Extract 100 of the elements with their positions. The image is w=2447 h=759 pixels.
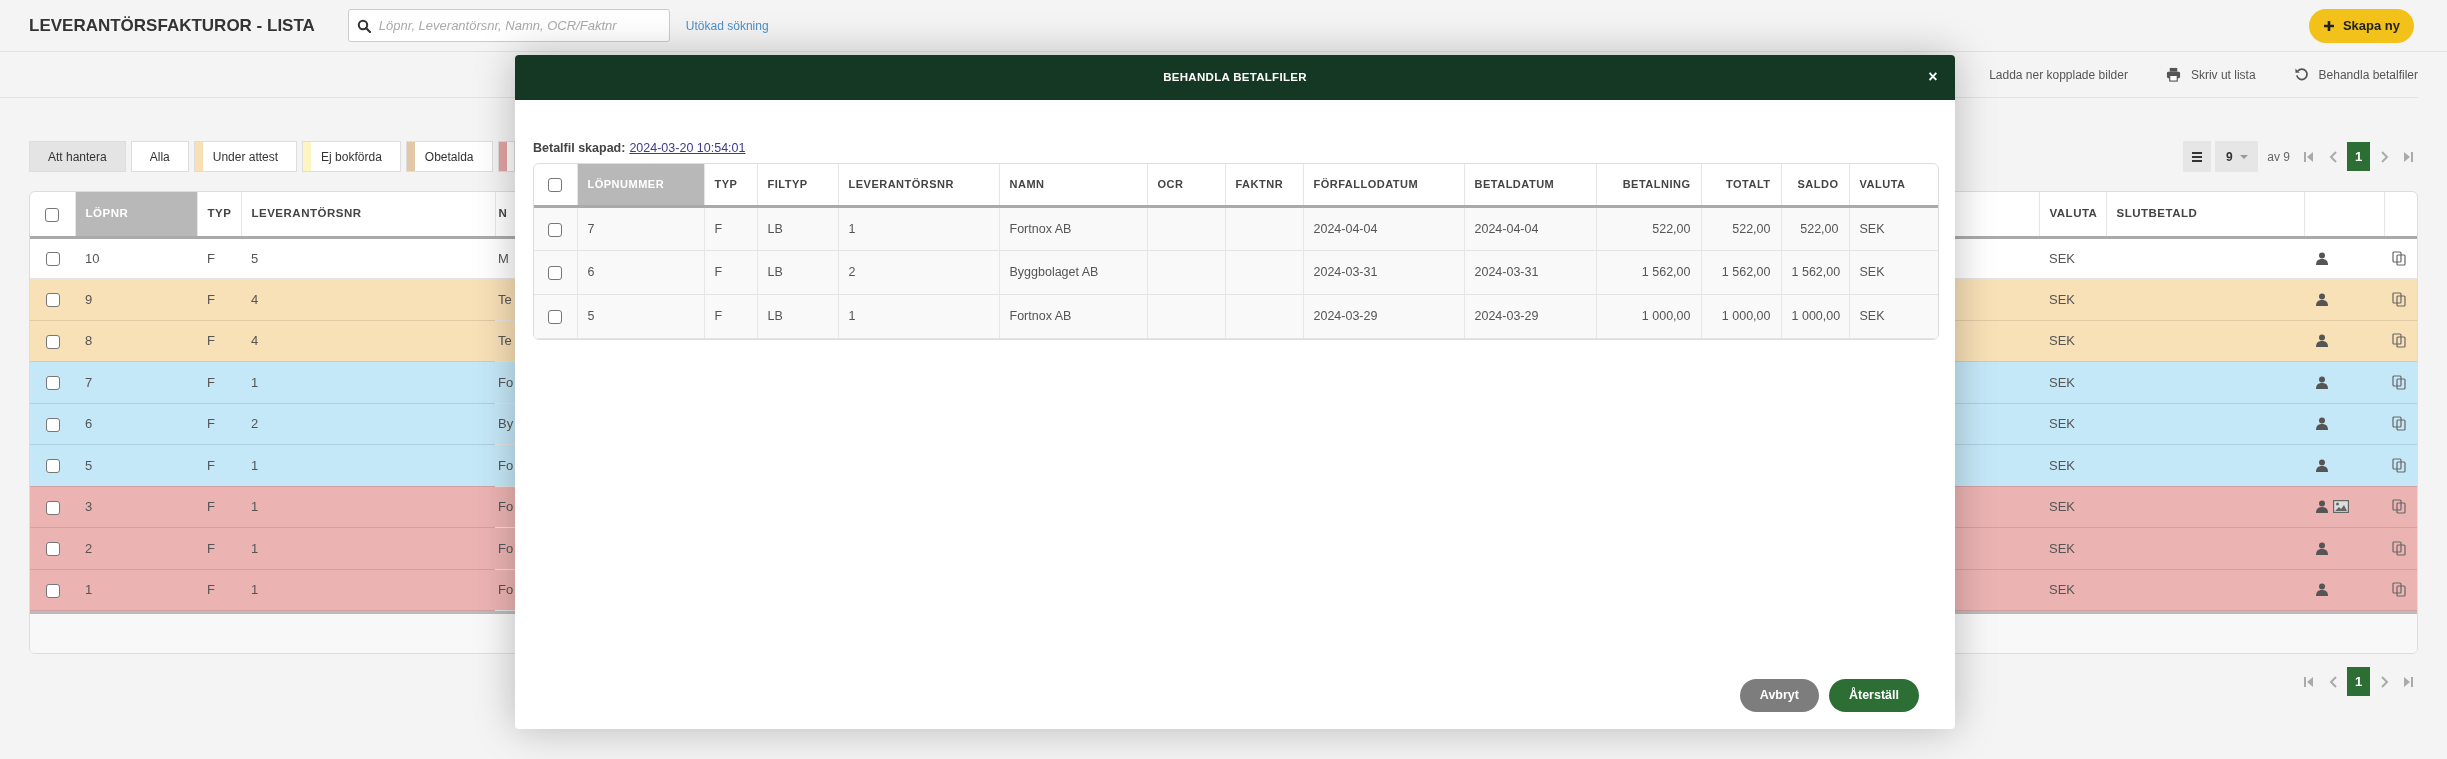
table-cell-text: 2024-03-31 [1474, 265, 1539, 280]
action-button[interactable]: Behandla betalfiler [2293, 65, 2418, 84]
list-view-button[interactable] [2183, 141, 2212, 172]
cancel-button[interactable]: Avbryt [1739, 678, 1819, 712]
column-header[interactable]: BETALDATUM [1464, 163, 1596, 207]
action-button[interactable]: Skriv ut lista [2165, 65, 2256, 84]
checkbox[interactable] [45, 542, 60, 557]
checkbox[interactable] [45, 252, 60, 267]
checkbox[interactable] [548, 177, 563, 192]
table-cell-text: M [498, 250, 509, 266]
filter-button[interactable]: Alla [130, 141, 189, 172]
table-cell-text: F [207, 540, 215, 556]
table-cell-text: 1 [251, 457, 259, 473]
table-cell-text: SEK [1859, 221, 1885, 236]
checkbox[interactable] [45, 207, 60, 222]
column-header[interactable]: LEVERANTÖRSNR [241, 192, 495, 237]
table-cell-text: 1 562,00 [1791, 265, 1841, 280]
table-cell-text: 6 [587, 265, 595, 280]
checkbox[interactable] [45, 459, 60, 474]
copy-icon[interactable] [2392, 499, 2407, 515]
column-header[interactable]: NAMN [999, 163, 1147, 207]
filter-button[interactable]: Att hantera [29, 141, 126, 172]
copy-icon[interactable] [2392, 582, 2407, 598]
person-icon[interactable] [2316, 334, 2328, 348]
table-cell-text: Te [498, 333, 512, 348]
created-date-link[interactable]: 2024-03-20 10:54:01 [629, 139, 746, 158]
last-page-icon [2403, 675, 2413, 688]
search-field[interactable]: Löpnr, Leverantörsnr, Namn, OCR/Faktnr [347, 9, 670, 42]
checkbox[interactable] [548, 266, 563, 281]
checkbox[interactable] [45, 376, 60, 391]
table-cell-text: 2024-03-31 [1313, 265, 1378, 280]
table-cell-text: SEK [2049, 540, 2075, 556]
create-button[interactable]: Skapa ny [2308, 8, 2414, 43]
close-button[interactable]: × [1926, 70, 1940, 84]
checkbox[interactable] [548, 222, 563, 237]
checkbox[interactable] [45, 583, 60, 598]
next-page-icon [2379, 675, 2389, 688]
table-cell-text: 9 [85, 291, 93, 307]
page-size-select[interactable]: 9 [2215, 141, 2259, 172]
reset-button[interactable]: Återställ [1828, 678, 1919, 712]
checkbox[interactable] [45, 334, 60, 349]
previous-page-icon [2328, 675, 2338, 688]
table-cell-text: 2024-03-29 [1474, 309, 1539, 324]
column-header[interactable]: TOTALT [1701, 163, 1781, 207]
copy-icon[interactable] [2392, 457, 2407, 473]
column-header[interactable]: TYP [704, 163, 757, 207]
person-icon[interactable] [2316, 251, 2328, 265]
plus-icon [2322, 19, 2335, 32]
person-icon[interactable] [2316, 375, 2328, 389]
person-icon[interactable] [2316, 458, 2328, 472]
table-cell-text: SEK [1859, 309, 1885, 324]
table-cell-text: Fo [498, 374, 514, 390]
column-header[interactable]: VALUTA [1849, 163, 1938, 207]
checkbox[interactable] [548, 310, 563, 325]
table-cell-text: 1 [251, 374, 259, 390]
action-button[interactable]: Ladda ner kopplade bilder [1989, 65, 2128, 84]
column-header[interactable]: OCR [1147, 163, 1225, 207]
column-header[interactable]: FÖRFALLODATUM [1303, 163, 1464, 207]
table-cell-text: 2 [85, 540, 93, 556]
table-cell-text: SEK [2049, 291, 2075, 307]
filter-button[interactable]: Ej bokförda [302, 141, 401, 172]
table-cell-text: 522,00 [1732, 221, 1771, 236]
column-header[interactable]: VALUTA [2039, 192, 2106, 237]
table-cell-text: LB [767, 309, 783, 324]
page-button[interactable]: 1 [2347, 667, 2370, 696]
checkbox[interactable] [45, 293, 60, 308]
checkbox[interactable] [45, 500, 60, 515]
copy-icon[interactable] [2392, 540, 2407, 556]
person-icon[interactable] [2316, 500, 2328, 514]
copy-icon[interactable] [2392, 374, 2407, 390]
image-icon[interactable] [2333, 500, 2349, 514]
table-cell-text: LB [767, 265, 783, 280]
table-cell-text: 1 [251, 540, 259, 556]
column-header[interactable]: FILTYP [757, 163, 838, 207]
page-title: LEVERANTÖRSFAKTUROR - LISTA [29, 14, 315, 37]
filter-button[interactable]: Obetalda [405, 141, 493, 172]
person-icon[interactable] [2316, 417, 2328, 431]
column-header[interactable]: BETALNING [1596, 163, 1701, 207]
column-header[interactable]: SALDO [1781, 163, 1849, 207]
person-icon[interactable] [2316, 583, 2328, 597]
table-cell-text: F [207, 457, 215, 473]
table-cell-text: F [714, 221, 723, 236]
person-icon[interactable] [2316, 541, 2328, 555]
column-header[interactable]: FAKTNR [1225, 163, 1303, 207]
table-cell-text: 7 [85, 374, 93, 390]
copy-icon[interactable] [2392, 333, 2407, 349]
copy-icon[interactable] [2392, 291, 2407, 307]
table-cell-text: By [498, 416, 514, 431]
filter-button[interactable]: Under attest [193, 141, 298, 172]
checkbox[interactable] [45, 417, 60, 432]
column-header[interactable]: TYP [197, 192, 241, 237]
column-header[interactable]: LEVERANTÖRSNR [838, 163, 999, 207]
copy-icon[interactable] [2392, 250, 2407, 266]
page-button[interactable]: 1 [2347, 142, 2370, 171]
copy-icon[interactable] [2392, 416, 2407, 432]
column-header[interactable]: SLUTBETALD [2106, 192, 2304, 237]
table-cell-text: Fo [498, 582, 514, 597]
table-cell-text: 2024-04-04 [1313, 221, 1378, 236]
person-icon[interactable] [2316, 292, 2328, 306]
table-cell-text: F [207, 499, 215, 514]
